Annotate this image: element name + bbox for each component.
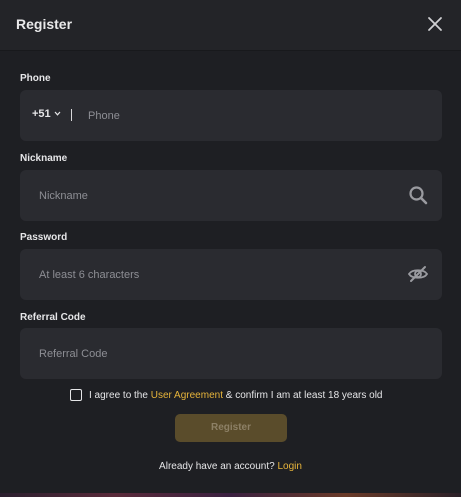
nickname-field — [20, 170, 442, 221]
country-code-select[interactable]: +51 — [32, 108, 61, 120]
register-button[interactable]: Register — [175, 414, 287, 442]
login-prompt-text: Already have an account? — [159, 461, 278, 472]
nickname-input[interactable] — [39, 170, 399, 221]
login-link[interactable]: Login — [277, 461, 301, 472]
phone-field: +51 — [20, 90, 442, 141]
phone-label: Phone — [20, 73, 51, 84]
chevron-down-icon — [54, 111, 61, 116]
nickname-label: Nickname — [20, 153, 68, 164]
agreement-prefix: I agree to the — [89, 390, 151, 401]
user-agreement-link[interactable]: User Agreement — [151, 390, 223, 401]
agreement-text: I agree to the User Agreement & confirm … — [89, 390, 383, 401]
close-icon — [428, 17, 442, 31]
modal-title: Register — [16, 16, 73, 32]
close-button[interactable] — [425, 14, 445, 34]
agreement-suffix: & confirm I am at least 18 years old — [222, 390, 383, 401]
modal-header: Register — [0, 0, 461, 51]
referral-input[interactable] — [39, 328, 399, 379]
password-label: Password — [20, 232, 68, 243]
register-modal: Register Phone +51 Nickname Password — [0, 0, 461, 493]
agreement-checkbox[interactable] — [70, 389, 82, 401]
search-icon[interactable] — [408, 185, 428, 205]
referral-label: Referral Code — [20, 312, 86, 323]
password-input[interactable] — [39, 249, 399, 300]
background-strip — [0, 493, 461, 497]
phone-divider — [71, 109, 72, 121]
phone-input[interactable] — [88, 90, 428, 141]
referral-field — [20, 328, 442, 379]
login-prompt: Already have an account? Login — [0, 461, 461, 472]
eye-slash-icon[interactable] — [407, 264, 429, 284]
country-code-value: +51 — [32, 108, 51, 120]
password-field — [20, 249, 442, 300]
